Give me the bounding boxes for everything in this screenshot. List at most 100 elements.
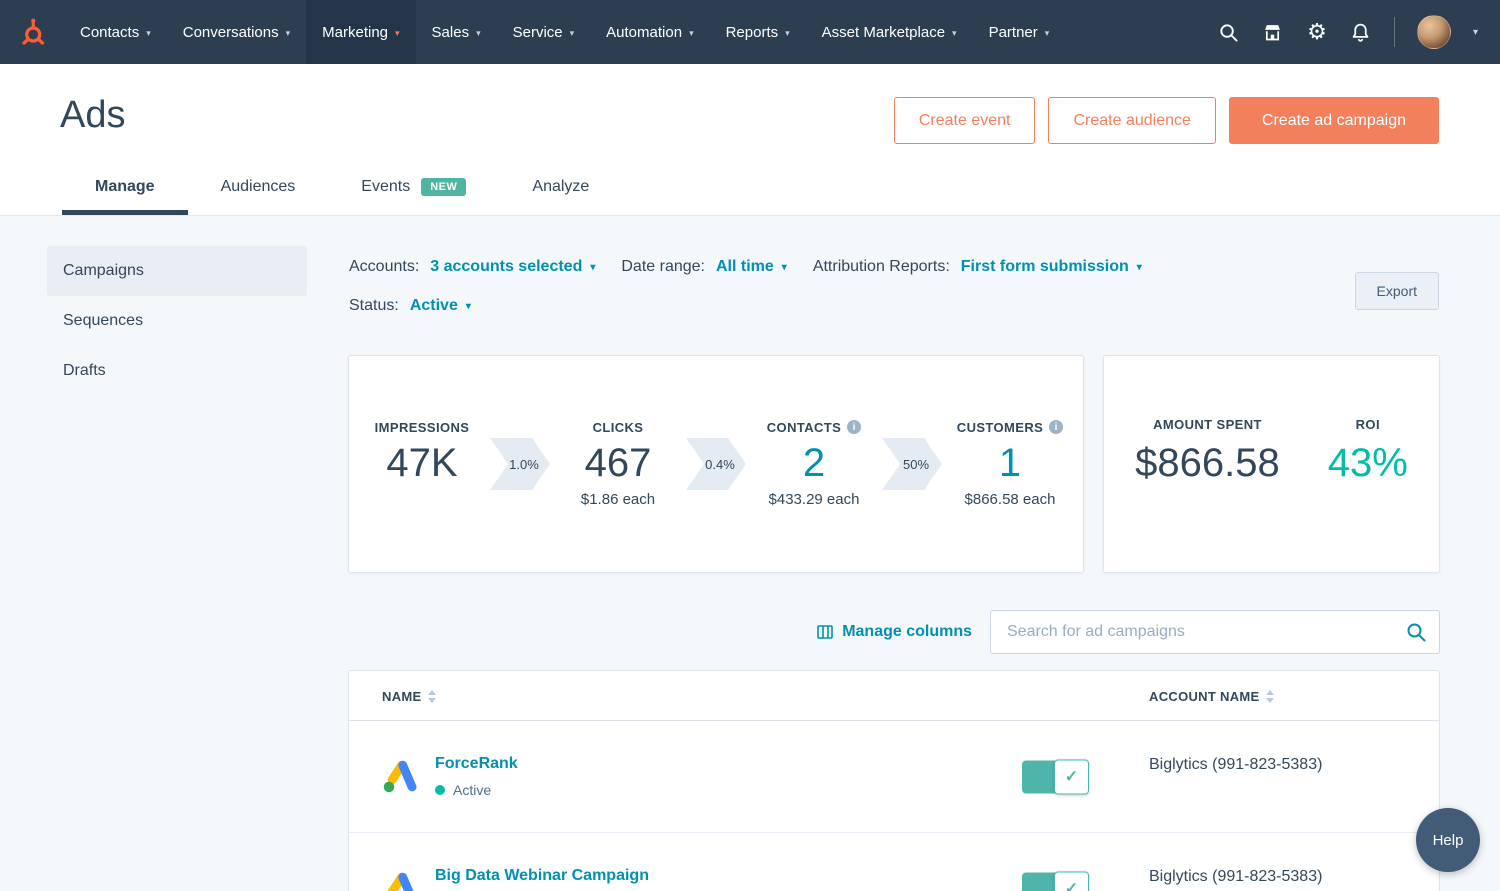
top-nav: Contacts ▾ Conversations ▾ Marketing ▾ Sale… bbox=[0, 0, 1500, 64]
campaign-search-input[interactable] bbox=[990, 610, 1440, 654]
campaign-name-link[interactable]: ForceRank bbox=[435, 755, 518, 773]
hubspot-logo-icon[interactable] bbox=[0, 0, 64, 64]
nav-label: Service bbox=[512, 23, 563, 41]
funnel-rate-chevron: 1.0% bbox=[490, 438, 550, 490]
funnel-rate-chevron: 0.4% bbox=[686, 438, 746, 490]
sidebar-item-drafts[interactable]: Drafts bbox=[47, 346, 307, 396]
date-range-filter-label: Date range: bbox=[621, 258, 705, 275]
chevron-down-icon: ▾ bbox=[689, 27, 694, 38]
nav-item-automation[interactable]: Automation ▾ bbox=[590, 0, 709, 64]
settings-gear-icon[interactable]: ⚙ bbox=[1306, 21, 1328, 43]
clicks-stage: CLICKS 467 $1.86 each bbox=[550, 417, 686, 511]
nav-utilities: ⚙ ▾ bbox=[1218, 0, 1500, 64]
clicks-value: 467 bbox=[584, 441, 652, 485]
user-avatar[interactable] bbox=[1416, 15, 1451, 49]
create-audience-button[interactable]: Create audience bbox=[1048, 97, 1216, 144]
toggle-check-icon: ✓ bbox=[1054, 871, 1089, 891]
info-icon[interactable]: i bbox=[847, 420, 862, 434]
date-range-filter-value: All time bbox=[715, 258, 774, 275]
accounts-filter-value: 3 accounts selected bbox=[430, 258, 583, 275]
campaign-toggle[interactable]: ✓ bbox=[1022, 759, 1089, 794]
campaign-info: Big Data Webinar Campaign Active bbox=[435, 867, 649, 891]
columns-icon bbox=[817, 625, 833, 639]
nav-label: Reports bbox=[725, 23, 779, 41]
filter-row: Accounts: 3 accounts selected ▾ Date rang… bbox=[349, 258, 1168, 276]
spend-roi-card: AMOUNT SPENT $866.58 ROI 43% bbox=[1103, 355, 1440, 573]
nav-label: Conversations bbox=[182, 23, 279, 41]
tab-label: Manage bbox=[95, 177, 155, 195]
contacts-label-text: CONTACTS bbox=[766, 419, 842, 435]
customers-label-text: CUSTOMERS bbox=[956, 419, 1044, 435]
toggle-check-icon: ✓ bbox=[1054, 759, 1089, 794]
accounts-filter-dropdown[interactable]: 3 accounts selected ▾ bbox=[430, 258, 595, 276]
nav-item-partner[interactable]: Partner ▾ bbox=[973, 0, 1066, 64]
nav-item-contacts[interactable]: Contacts ▾ bbox=[64, 0, 167, 64]
attribution-filter-dropdown[interactable]: First form submission ▾ bbox=[961, 258, 1142, 276]
column-header-account-name[interactable]: ACCOUNT NAME bbox=[1149, 671, 1275, 721]
impressions-label: IMPRESSIONS bbox=[374, 419, 470, 435]
nav-label: Contacts bbox=[80, 23, 140, 41]
roi-block: ROI 43% bbox=[1328, 417, 1408, 511]
campaign-name-link[interactable]: Big Data Webinar Campaign bbox=[435, 867, 649, 885]
column-header-name[interactable]: NAME bbox=[382, 671, 437, 721]
accounts-filter-label: Accounts: bbox=[349, 258, 420, 275]
nav-label: Marketing bbox=[322, 23, 389, 41]
sidebar-item-campaigns[interactable]: Campaigns bbox=[47, 246, 307, 296]
export-button[interactable]: Export bbox=[1354, 272, 1439, 310]
help-button[interactable]: Help bbox=[1416, 808, 1480, 872]
account-chevron-down-icon[interactable]: ▾ bbox=[1473, 27, 1478, 38]
tab-audiences[interactable]: Audiences bbox=[188, 163, 329, 215]
info-icon[interactable]: i bbox=[1049, 420, 1064, 434]
campaign-info: ForceRank Active bbox=[435, 755, 518, 798]
table-controls: Manage columns bbox=[348, 610, 1440, 654]
active-status-dot bbox=[435, 785, 445, 795]
nav-item-conversations[interactable]: Conversations ▾ bbox=[167, 0, 306, 64]
status-filter-value: Active bbox=[409, 297, 458, 314]
impressions-stage: IMPRESSIONS 47K bbox=[354, 417, 490, 511]
nav-item-sales[interactable]: Sales ▾ bbox=[416, 0, 497, 64]
search-icon[interactable] bbox=[1405, 621, 1427, 648]
tab-label: Audiences bbox=[220, 177, 296, 195]
sidebar: Campaigns Sequences Drafts bbox=[47, 246, 307, 396]
sidebar-item-sequences[interactable]: Sequences bbox=[47, 296, 307, 346]
nav-item-asset-marketplace[interactable]: Asset Marketplace ▾ bbox=[806, 0, 973, 64]
campaigns-table: NAME ACCOUNT NAME ForceRank Active ✓ Big… bbox=[348, 670, 1440, 891]
content-area: Campaigns Sequences Drafts Accounts: 3 a… bbox=[0, 216, 1500, 891]
date-range-filter-dropdown[interactable]: All time ▾ bbox=[716, 258, 787, 276]
tab-analyze[interactable]: Analyze bbox=[499, 163, 622, 215]
amount-spent-label: AMOUNT SPENT bbox=[1153, 417, 1262, 432]
search-icon[interactable] bbox=[1218, 21, 1240, 43]
campaign-cell: Big Data Webinar Campaign Active bbox=[382, 833, 649, 891]
notifications-bell-icon[interactable] bbox=[1350, 21, 1372, 43]
nav-label: Automation bbox=[606, 23, 683, 41]
nav-item-marketing[interactable]: Marketing ▾ bbox=[306, 0, 416, 64]
marketplace-icon[interactable] bbox=[1262, 21, 1284, 43]
nav-label: Asset Marketplace bbox=[821, 23, 946, 41]
campaign-status: Active bbox=[435, 782, 518, 798]
tab-manage[interactable]: Manage bbox=[62, 163, 188, 215]
tab-events[interactable]: Events NEW bbox=[328, 163, 499, 215]
chevron-down-icon: ▾ bbox=[465, 301, 471, 312]
date-range-filter: Date range: All time ▾ bbox=[621, 258, 786, 276]
contacts-stage: CONTACTS i 2 $433.29 each bbox=[746, 417, 882, 511]
create-event-button[interactable]: Create event bbox=[893, 97, 1036, 144]
customers-stage: CUSTOMERS i 1 $866.58 each bbox=[942, 417, 1078, 511]
table-header: NAME ACCOUNT NAME bbox=[349, 671, 1439, 721]
nav-item-service[interactable]: Service ▾ bbox=[497, 0, 591, 64]
account-name-cell: Biglytics (991-823-5383) bbox=[1149, 756, 1323, 773]
nav-label: Partner bbox=[988, 23, 1038, 41]
page-header: Ads Create event Create audience Create … bbox=[0, 64, 1500, 216]
amount-spent-block: AMOUNT SPENT $866.58 bbox=[1135, 417, 1280, 511]
funnel-metrics-card: IMPRESSIONS 47K 1.0% CLICKS 467 $1.86 ea… bbox=[348, 355, 1084, 573]
nav-menu: Contacts ▾ Conversations ▾ Marketing ▾ Sale… bbox=[64, 0, 1065, 64]
contacts-value[interactable]: 2 bbox=[803, 437, 825, 489]
campaign-toggle[interactable]: ✓ bbox=[1022, 871, 1089, 891]
clicks-each: $1.86 each bbox=[580, 491, 656, 508]
status-filter: Status: Active ▾ bbox=[349, 297, 471, 315]
nav-item-reports[interactable]: Reports ▾ bbox=[710, 0, 806, 64]
create-ad-campaign-button[interactable]: Create ad campaign bbox=[1228, 97, 1439, 144]
manage-columns-button[interactable]: Manage columns bbox=[817, 623, 972, 641]
header-actions: Create event Create audience Create ad c… bbox=[893, 97, 1439, 144]
status-filter-dropdown[interactable]: Active ▾ bbox=[410, 297, 471, 315]
customers-value[interactable]: 1 bbox=[999, 437, 1021, 489]
